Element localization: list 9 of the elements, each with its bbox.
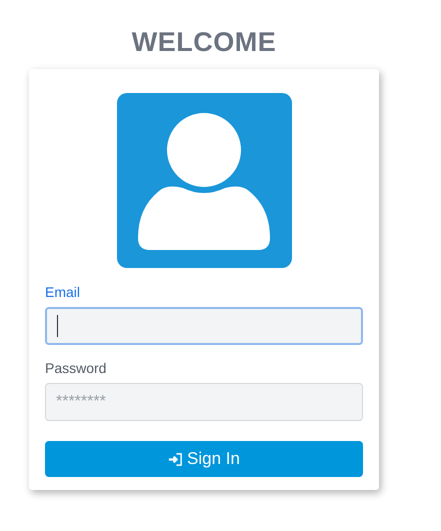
text-cursor [57,315,58,337]
field-label: Email [45,283,80,301]
sign-in-button[interactable]: Sign In [45,441,363,477]
sign-in-icon [168,452,184,466]
avatar-icon [116,93,292,268]
input-field[interactable]: ******** [45,383,363,421]
input-field[interactable] [45,307,363,345]
field-label: Password [45,359,106,377]
welcome-heading: WELCOME [132,26,276,58]
